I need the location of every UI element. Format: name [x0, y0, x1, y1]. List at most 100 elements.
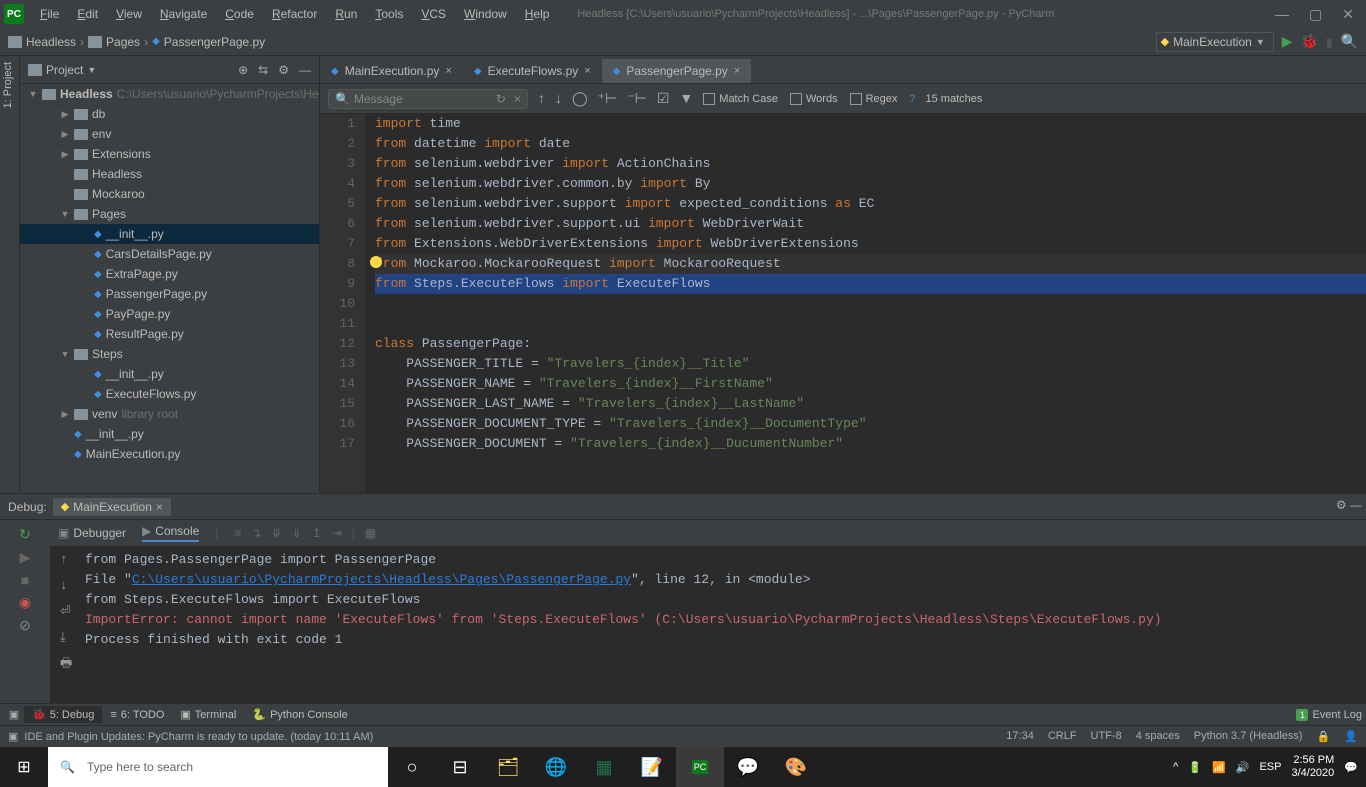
project-tool-button[interactable]: 1: Project: [0, 56, 19, 114]
view-breakpoints-icon[interactable]: ◉: [19, 594, 31, 611]
tree-file[interactable]: ◆PassengerPage.py: [20, 284, 319, 304]
menu-file[interactable]: File: [32, 3, 67, 25]
menu-vcs[interactable]: VCS: [413, 3, 454, 25]
select-all-icon[interactable]: ◯: [572, 90, 588, 107]
evaluate-icon[interactable]: ▦: [365, 526, 376, 540]
volume-icon[interactable]: 🔊: [1236, 761, 1250, 774]
close-tab-icon[interactable]: ×: [156, 500, 163, 514]
task-view-icon[interactable]: ⊟: [436, 747, 484, 787]
breadcrumb-item[interactable]: Pages: [88, 35, 140, 49]
chrome-icon[interactable]: 🌐: [532, 747, 580, 787]
debug-config-tab[interactable]: ◆ MainExecution ×: [53, 498, 171, 516]
tree-file[interactable]: ◆MainExecution.py: [20, 444, 319, 464]
tree-folder[interactable]: ▶env: [20, 124, 319, 144]
code-line[interactable]: from selenium.webdriver.support import e…: [375, 194, 1366, 214]
python-console-tab-button[interactable]: 🐍 Python Console: [244, 706, 355, 723]
menu-run[interactable]: Run: [327, 3, 365, 25]
help-icon[interactable]: ?: [909, 93, 915, 105]
code-line[interactable]: from selenium.webdriver.support.ui impor…: [375, 214, 1366, 234]
words-check[interactable]: Words: [790, 93, 838, 105]
settings-icon[interactable]: ⚙: [278, 63, 289, 77]
tree-folder[interactable]: ▶db: [20, 104, 319, 124]
notepad-icon[interactable]: 📝: [628, 747, 676, 787]
mute-breakpoints-icon[interactable]: ⊘: [19, 617, 31, 634]
scroll-end-icon[interactable]: ⤓: [60, 628, 85, 648]
step-out-icon[interactable]: ↥: [312, 526, 322, 540]
remove-selection-icon[interactable]: ⁻⊢: [627, 90, 647, 107]
notifications-icon[interactable]: 💬: [1344, 761, 1358, 774]
tree-file[interactable]: ◆__init__.py: [20, 424, 319, 444]
down-icon[interactable]: ↓: [60, 576, 85, 596]
run-button[interactable]: ▶: [1282, 33, 1293, 50]
tree-file[interactable]: ◆ExecuteFlows.py: [20, 384, 319, 404]
add-selection-icon[interactable]: ⁺⊢: [598, 90, 618, 107]
tree-folder[interactable]: ▶Extensions: [20, 144, 319, 164]
debug-button[interactable]: 🐞: [1301, 33, 1318, 50]
tree-file[interactable]: ◆ResultPage.py: [20, 324, 319, 344]
find-input[interactable]: 🔍 Message ↻ ×: [328, 89, 528, 109]
slack-icon[interactable]: 💬: [724, 747, 772, 787]
gear-icon[interactable]: ⚙ —: [1336, 498, 1362, 512]
step-into-icon[interactable]: ↴: [251, 526, 261, 540]
locate-icon[interactable]: ⊕: [238, 63, 248, 77]
tree-folder[interactable]: ▼Steps: [20, 344, 319, 364]
step-over-icon[interactable]: ≡: [234, 526, 241, 540]
up-icon[interactable]: ↑: [60, 550, 85, 570]
intention-bulb-icon[interactable]: [370, 256, 382, 268]
code-line[interactable]: PASSENGER_LAST_NAME = "Travelers_{index}…: [375, 394, 1366, 414]
tree-folder[interactable]: ▶venv library root: [20, 404, 319, 424]
lock-icon[interactable]: 🔒: [1317, 730, 1331, 743]
rerun-icon[interactable]: ↻: [19, 526, 31, 543]
maximize-icon[interactable]: ▢: [1309, 6, 1322, 23]
search-everywhere-icon[interactable]: 🔍: [1341, 33, 1358, 50]
tool-menu-icon[interactable]: ▣: [4, 708, 24, 721]
run-configuration-selector[interactable]: ◆ MainExecution ▼: [1156, 32, 1274, 52]
menu-tools[interactable]: Tools: [367, 3, 411, 25]
close-tab-icon[interactable]: ×: [584, 65, 590, 77]
editor-tab[interactable]: ◆PassengerPage.py×: [602, 59, 752, 83]
resume-icon[interactable]: ▶: [20, 549, 31, 566]
tree-folder[interactable]: ▼Pages: [20, 204, 319, 224]
editor-tab[interactable]: ◆MainExecution.py×: [320, 59, 463, 83]
todo-tab-button[interactable]: ≡ 6: TODO: [102, 707, 172, 723]
minimize-icon[interactable]: —: [1275, 6, 1289, 23]
expand-icon[interactable]: ⇆: [258, 63, 268, 77]
select-occurrences-icon[interactable]: ☑: [657, 90, 670, 107]
tree-file[interactable]: ◆CarsDetailsPage.py: [20, 244, 319, 264]
breadcrumb-item[interactable]: ◆PassengerPage.py: [152, 35, 265, 49]
language-indicator[interactable]: ESP: [1259, 761, 1281, 773]
menu-help[interactable]: Help: [517, 3, 558, 25]
chevron-down-icon[interactable]: ▼: [87, 65, 96, 75]
menu-edit[interactable]: Edit: [69, 3, 106, 25]
terminal-tab-button[interactable]: ▣ Terminal: [172, 706, 244, 723]
close-tab-icon[interactable]: ×: [445, 65, 451, 77]
code-editor[interactable]: 1234567891011121314151617 import timefro…: [320, 114, 1366, 493]
softwrap-icon[interactable]: ⏎: [60, 602, 85, 622]
filter-icon[interactable]: ▼: [679, 90, 693, 107]
code-line[interactable]: PASSENGER_DOCUMENT = "Travelers_{index}_…: [375, 434, 1366, 454]
excel-icon[interactable]: ▦: [580, 747, 628, 787]
explorer-icon[interactable]: 🗂: [484, 747, 532, 787]
tree-file[interactable]: ◆ExtraPage.py: [20, 264, 319, 284]
tree-folder[interactable]: Headless: [20, 164, 319, 184]
taskbar-search[interactable]: 🔍 Type here to search: [48, 747, 388, 787]
clear-icon[interactable]: ×: [514, 92, 521, 106]
menu-navigate[interactable]: Navigate: [152, 3, 215, 25]
start-button[interactable]: ⊞: [0, 757, 48, 777]
editor-tab[interactable]: ◆ExecuteFlows.py×: [463, 59, 602, 83]
stop-icon[interactable]: ■: [21, 572, 29, 588]
wifi-icon[interactable]: 📶: [1212, 761, 1226, 774]
history-icon[interactable]: ↻: [496, 92, 506, 106]
console-tab[interactable]: ▶Console: [142, 524, 199, 542]
menu-refactor[interactable]: Refactor: [264, 3, 325, 25]
debugger-tab[interactable]: ▣Debugger: [58, 526, 126, 540]
cortana-icon[interactable]: ○: [388, 747, 436, 787]
prev-match-icon[interactable]: ↑: [538, 90, 545, 107]
code-line[interactable]: PASSENGER_NAME = "Travelers_{index}__Fir…: [375, 374, 1366, 394]
system-clock[interactable]: 2:56 PM 3/4/2020: [1291, 754, 1334, 780]
code-line[interactable]: from Steps.ExecuteFlows import ExecuteFl…: [375, 274, 1366, 294]
code-line[interactable]: PASSENGER_TITLE = "Travelers_{index}__Ti…: [375, 354, 1366, 374]
indent-status[interactable]: 4 spaces: [1136, 730, 1180, 743]
menu-window[interactable]: Window: [456, 3, 515, 25]
code-line[interactable]: from selenium.webdriver import ActionCha…: [375, 154, 1366, 174]
